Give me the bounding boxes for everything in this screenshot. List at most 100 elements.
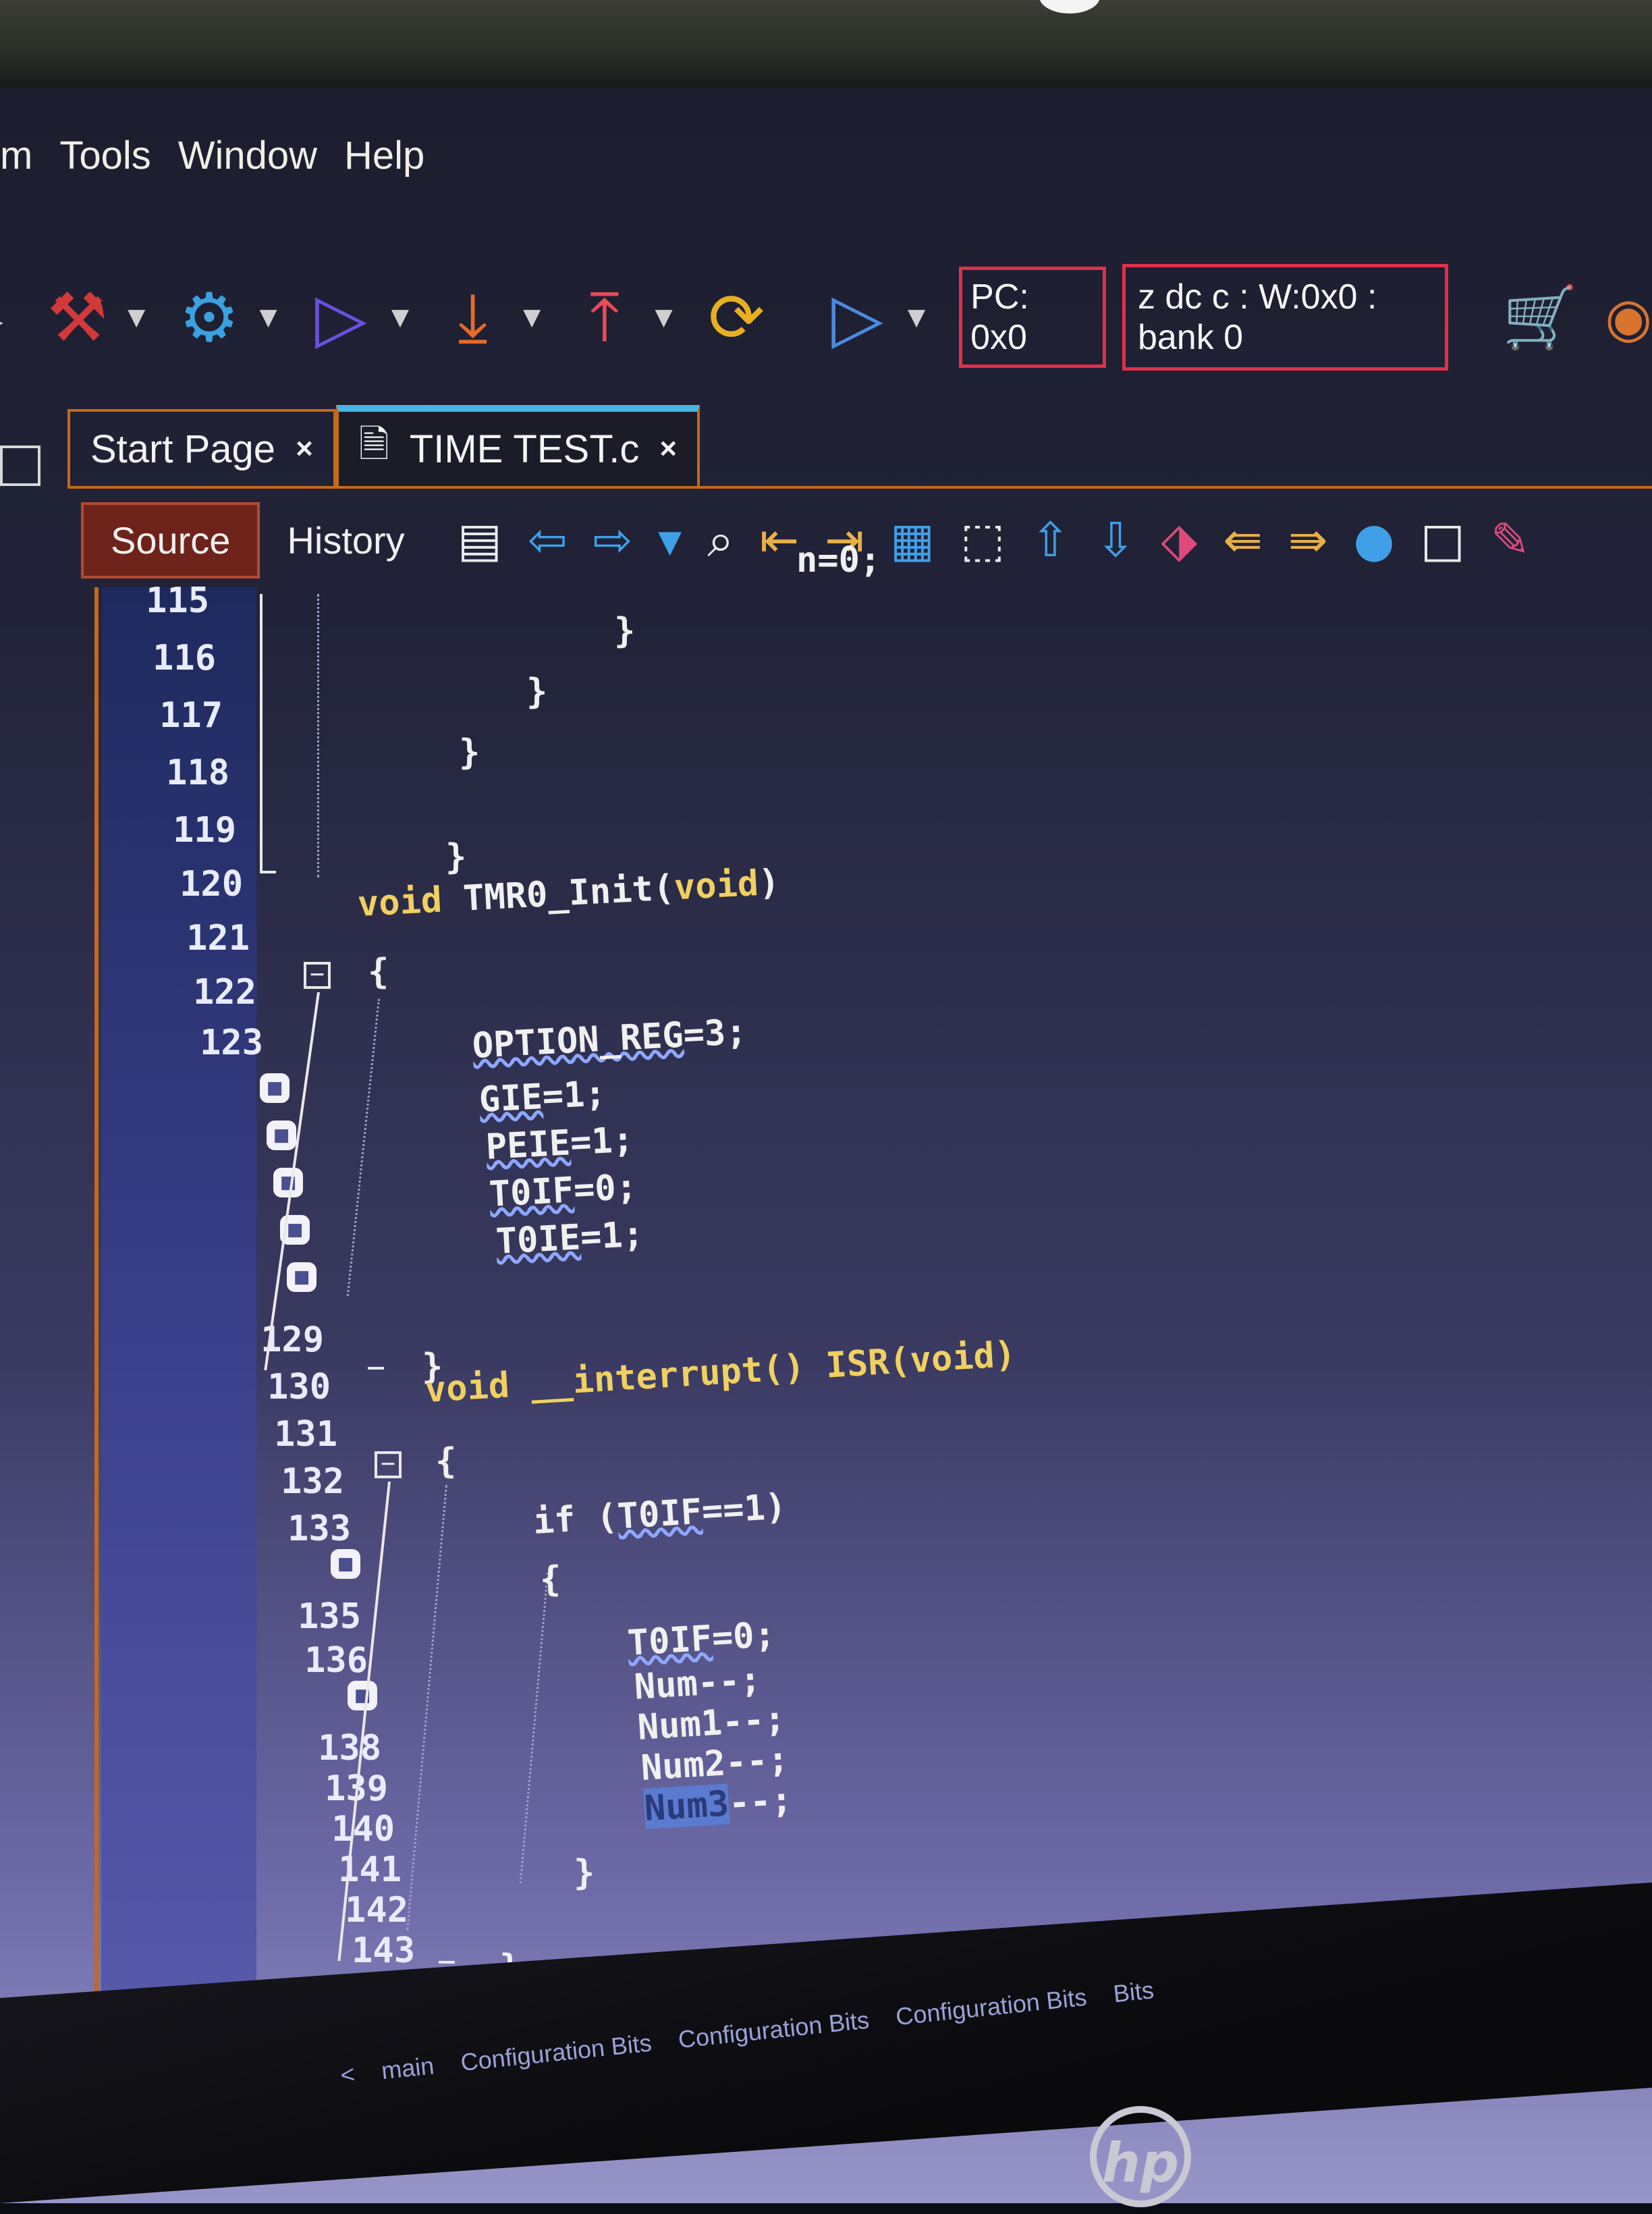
- monitor-top-bezel: [0, 0, 1652, 101]
- search-icon[interactable]: ⌕: [707, 512, 734, 568]
- code-line-120: }: [445, 837, 467, 878]
- shift-left-icon[interactable]: ⇚: [1223, 512, 1263, 568]
- close-icon[interactable]: ×: [659, 432, 677, 466]
- menu-bar: m Tools Window Help: [0, 115, 1652, 196]
- close-icon[interactable]: ×: [296, 432, 313, 466]
- bits-label: Bits: [1111, 1976, 1155, 2008]
- find-previous-icon[interactable]: ⇤: [759, 512, 799, 568]
- config-bits-item[interactable]: Configuration Bits: [460, 2028, 653, 2076]
- lock-icon: ■: [348, 1681, 377, 1710]
- line-number: 117: [159, 695, 223, 736]
- fold-collapse-icon[interactable]: −: [375, 1451, 402, 1478]
- tab-underline: [67, 486, 1652, 489]
- code-line-118: }: [459, 732, 480, 773]
- lock-icon: ■: [267, 1120, 296, 1150]
- clean-build-icon[interactable]: ⚙: [165, 267, 252, 368]
- code-line-peie: PEIE=1;: [485, 1119, 635, 1168]
- lock-icon: ■: [260, 1073, 290, 1103]
- code-line-gie: GIE=1;: [478, 1073, 607, 1120]
- main-toolbar: ▸ ⚒ ▼ ⚙ ▼ ▷ ▼ ⤓ ▼ ⤒ ▼ ⟳ ▷ ▼ PC: 0x0 z dc…: [0, 256, 1652, 378]
- line-number: 129: [260, 1320, 324, 1360]
- toggle-highlight-icon[interactable]: ▦: [890, 512, 935, 568]
- status-indicator: z dc c : W:0x0 : bank 0: [1122, 264, 1449, 371]
- debug-dropdown-icon[interactable]: ▼: [908, 304, 925, 331]
- select-icon[interactable]: ⬚: [960, 512, 1005, 568]
- toggle-bookmark-icon[interactable]: ⬗: [1161, 512, 1197, 568]
- stop-macro-icon[interactable]: □: [1421, 512, 1465, 568]
- refresh-icon[interactable]: ⟳: [693, 267, 780, 368]
- run-icon[interactable]: ▷: [298, 267, 385, 368]
- fold-guide-end: [260, 871, 276, 873]
- code-line-141: }: [574, 1853, 595, 1893]
- menu-item-tools[interactable]: Tools: [59, 133, 150, 178]
- line-number: 122: [193, 972, 256, 1013]
- fold-collapse-icon[interactable]: −: [304, 962, 331, 989]
- config-bits-item[interactable]: Configuration Bits: [894, 1983, 1088, 2031]
- forward-icon[interactable]: ⇨: [593, 512, 632, 568]
- menu-item-file-clipped[interactable]: m: [0, 133, 32, 178]
- line-number: 139: [253, 1769, 388, 1809]
- debug-icon[interactable]: ▷: [814, 267, 901, 368]
- nav-dropdown-icon[interactable]: ▾: [658, 512, 682, 568]
- back-icon[interactable]: ⇦: [528, 512, 568, 568]
- cart-icon[interactable]: 🛒: [1502, 282, 1578, 353]
- editor-tabs: Start Page × 🗎 TIME TEST.c ×: [67, 405, 700, 486]
- tab-time-test[interactable]: 🗎 TIME TEST.c ×: [335, 405, 700, 486]
- build-dropdown-icon[interactable]: ▼: [128, 304, 145, 331]
- code-line-t0if: T0IF=0;: [488, 1166, 638, 1215]
- line-number: 118: [166, 753, 229, 793]
- code-line-if-brace: {: [540, 1559, 561, 1600]
- c-file-icon: 🗎: [358, 422, 389, 465]
- restore-pane-icon[interactable]: [0, 446, 40, 486]
- line-number: 115: [146, 580, 209, 621]
- upload-icon[interactable]: ⤒: [561, 267, 648, 368]
- lock-icon: ■: [331, 1549, 360, 1579]
- history-tab[interactable]: History: [260, 505, 431, 576]
- menu-item-help[interactable]: Help: [344, 133, 424, 178]
- run-dropdown-icon[interactable]: ▼: [391, 304, 409, 331]
- fold-guide: [260, 594, 263, 871]
- fold-guide-end: [368, 1367, 384, 1370]
- nav-main-item[interactable]: main: [380, 2051, 435, 2085]
- fold-guide-end: [439, 1961, 455, 1964]
- last-edit-icon[interactable]: ▤: [458, 512, 502, 568]
- tab-start-page[interactable]: Start Page ×: [67, 409, 336, 486]
- tab-label: Start Page: [90, 427, 276, 471]
- scroll-left-icon[interactable]: <: [339, 2060, 356, 2090]
- line-number: 120: [180, 864, 243, 905]
- pc-indicator: PC: 0x0: [959, 267, 1106, 368]
- code-line-122: {: [368, 952, 389, 992]
- line-number: 121: [186, 918, 250, 959]
- selected-text[interactable]: Num3: [643, 1783, 730, 1829]
- line-number: 143: [352, 1931, 415, 1971]
- line-number: 141: [338, 1850, 402, 1890]
- indent-guide: [317, 594, 319, 878]
- gutter-border: [94, 587, 99, 2072]
- comment-icon[interactable]: ✎: [1491, 512, 1531, 568]
- code-line-116: }: [614, 611, 636, 651]
- line-number: 132: [281, 1461, 344, 1502]
- upload-dropdown-icon[interactable]: ▼: [655, 304, 672, 331]
- config-bits-item[interactable]: Configuration Bits: [677, 2006, 871, 2054]
- record-macro-icon[interactable]: ●: [1354, 512, 1395, 568]
- code-line-num: Num--;: [633, 1659, 763, 1708]
- next-bookmark-icon[interactable]: ⇩: [1096, 512, 1136, 568]
- line-number: 140: [331, 1809, 395, 1850]
- build-hammer-icon[interactable]: ⚒: [34, 267, 121, 368]
- previous-bookmark-icon[interactable]: ⇧: [1030, 512, 1070, 568]
- line-number: 135: [298, 1596, 361, 1637]
- lock-icon: ■: [273, 1168, 303, 1197]
- line-number: 133: [287, 1509, 351, 1549]
- code-line-132: {: [435, 1441, 457, 1482]
- code-line-clipped: n=0;: [796, 540, 881, 580]
- clean-build-dropdown-icon[interactable]: ▼: [260, 304, 277, 331]
- code-line-t0ie: T0IE=1;: [495, 1214, 645, 1262]
- line-number: 123: [200, 1023, 263, 1063]
- plugin-icon[interactable]: ◉: [1605, 286, 1652, 349]
- menu-item-window[interactable]: Window: [178, 133, 317, 178]
- download-dropdown-icon[interactable]: ▼: [523, 304, 541, 331]
- shift-right-icon[interactable]: ⇛: [1288, 512, 1328, 568]
- download-icon[interactable]: ⤓: [429, 267, 516, 368]
- source-tab[interactable]: Source: [81, 502, 260, 578]
- line-number: 119: [173, 810, 236, 850]
